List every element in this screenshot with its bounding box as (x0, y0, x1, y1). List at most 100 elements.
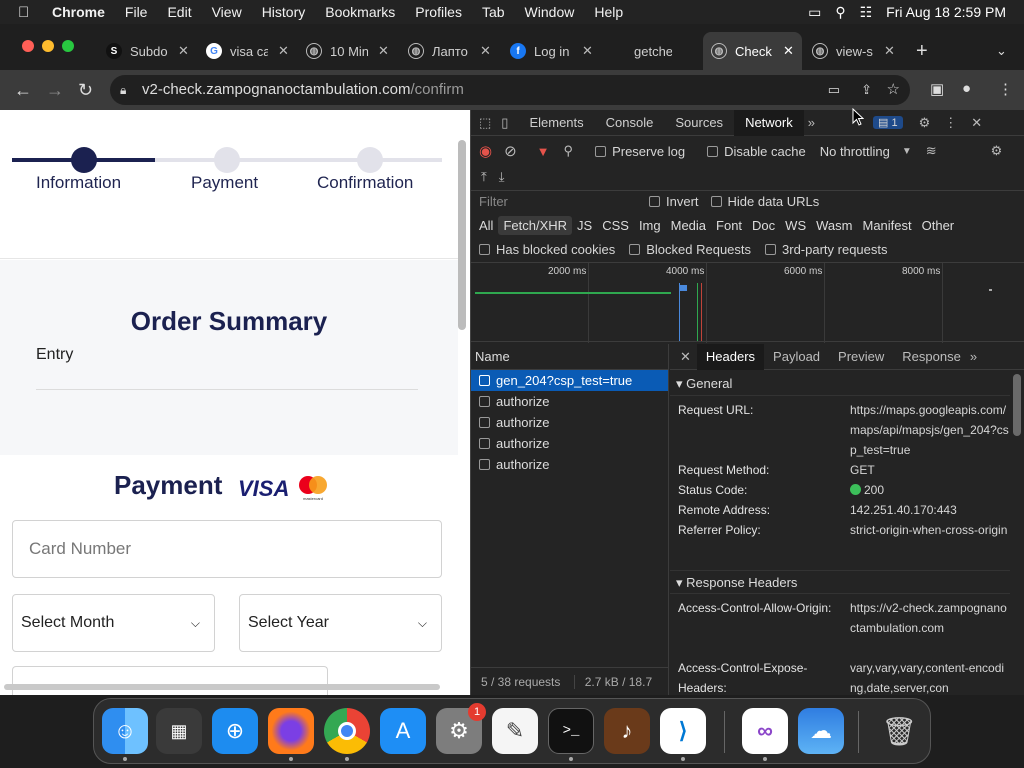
blocked-cookies-checkbox[interactable] (479, 243, 490, 255)
launchpad-icon[interactable]: ▦ (156, 708, 202, 754)
screen-mirroring-icon[interactable]: ▭ (808, 4, 821, 21)
close-detail-icon[interactable]: ✕ (680, 349, 691, 365)
menu-history[interactable]: History (262, 4, 306, 20)
blocked-requests-checkbox[interactable] (629, 243, 641, 255)
filter-font[interactable]: Font (711, 216, 747, 235)
card-number-input[interactable]: Card Number (12, 520, 442, 578)
menu-edit[interactable]: Edit (167, 4, 191, 20)
filter-img[interactable]: Img (634, 216, 666, 235)
new-tab-button[interactable]: + (916, 36, 928, 66)
month-select[interactable]: Select Month ⌵ (12, 594, 215, 652)
filter-other[interactable]: Other (917, 216, 960, 235)
control-center-icon[interactable]: ☷ (860, 4, 873, 21)
throttling-select[interactable]: No throttling (820, 144, 890, 159)
tab-check-active[interactable]: ◍ Check ✕ (703, 32, 802, 70)
throttling-chevron-icon[interactable]: ▼ (902, 146, 912, 157)
network-settings-gear-icon[interactable]: ⚙ (991, 143, 1003, 159)
network-conditions-icon[interactable]: ≋ (926, 143, 937, 159)
tab-10min[interactable]: ◍ 10 Min ✕ (306, 36, 389, 66)
terminal-icon[interactable]: >_ (548, 708, 594, 754)
apple-icon[interactable]:  (18, 4, 36, 21)
url-bar[interactable]: 🔒︎ v2-check.zampognanoctambulation.com/c… (110, 75, 910, 105)
header-value[interactable]: https://v2-check.zampognanoctambulation.… (850, 598, 1010, 638)
zoom-window-button[interactable] (62, 40, 74, 52)
response-headers-section-header[interactable]: ▾ Response Headers (670, 570, 1010, 594)
page-vertical-scrollbar[interactable] (458, 140, 466, 330)
close-window-button[interactable] (22, 40, 34, 52)
tab-response[interactable]: Response (893, 344, 970, 370)
menu-window[interactable]: Window (525, 4, 575, 20)
year-select[interactable]: Select Year ⌵ (239, 594, 442, 652)
status-value[interactable]: 200 (850, 480, 1010, 500)
filter-css[interactable]: CSS (597, 216, 634, 235)
name-column-header[interactable]: Name (471, 344, 668, 370)
forward-icon[interactable]: → (46, 80, 64, 101)
menu-tab[interactable]: Tab (482, 4, 505, 20)
request-row[interactable]: authorize (471, 433, 668, 454)
page-horizontal-scrollbar[interactable] (4, 684, 440, 690)
more-tabs-icon[interactable]: » (808, 115, 815, 130)
close-tab-icon[interactable]: ✕ (582, 43, 593, 59)
minimize-window-button[interactable] (42, 40, 54, 52)
tab-preview[interactable]: Preview (829, 344, 893, 370)
close-tab-icon[interactable]: ✕ (178, 43, 189, 59)
menu-view[interactable]: View (212, 4, 242, 20)
close-tab-icon[interactable]: ✕ (378, 43, 389, 59)
tab-view-source[interactable]: ◍ view-s ✕ (812, 36, 895, 66)
preserve-log-checkbox[interactable] (595, 145, 607, 157)
menu-profiles[interactable]: Profiles (415, 4, 462, 20)
network-timeline-overview[interactable]: 2000 ms 4000 ms 6000 ms 8000 ms (471, 262, 1024, 343)
trash-icon[interactable]: 🗑︎ (876, 708, 922, 754)
safari-icon[interactable]: ⊕ (212, 708, 258, 754)
tab-getche[interactable]: getche (634, 36, 672, 66)
card-icon[interactable]: ▭ (828, 75, 840, 105)
side-panel-icon[interactable]: ▣ (930, 80, 944, 98)
filter-funnel-icon[interactable]: ▼ (537, 144, 550, 159)
menu-help[interactable]: Help (594, 4, 623, 20)
filter-input[interactable]: Filter (479, 194, 649, 209)
import-har-icon[interactable]: ⤒ (481, 169, 487, 185)
header-value[interactable]: https://maps.googleapis.com/maps/api/map… (850, 400, 1010, 460)
tab-headers[interactable]: Headers (696, 343, 765, 370)
weather-icon[interactable]: ☁ (798, 708, 844, 754)
hide-data-urls-checkbox[interactable] (710, 196, 722, 207)
menu-file[interactable]: File (125, 4, 148, 20)
textedit-icon[interactable]: ✎ (492, 708, 538, 754)
close-tab-icon[interactable]: ✕ (278, 43, 289, 59)
vscode-icon[interactable]: ⟩ (660, 708, 706, 754)
menu-bookmarks[interactable]: Bookmarks (325, 4, 395, 20)
header-value[interactable]: GET (850, 460, 1010, 480)
request-row[interactable]: authorize (471, 391, 668, 412)
third-party-checkbox[interactable] (765, 243, 777, 255)
disable-cache-checkbox[interactable] (707, 145, 719, 157)
clear-icon[interactable]: ⊘ (504, 142, 517, 160)
bookmark-star-icon[interactable]: ☆ (887, 75, 900, 105)
header-value[interactable]: 142.251.40.170:443 (850, 500, 1010, 520)
share-icon[interactable]: ⇪ (861, 75, 872, 105)
firefox-icon[interactable] (268, 708, 314, 754)
close-tab-icon[interactable]: ✕ (884, 43, 895, 59)
device-toolbar-icon[interactable]: ▯ (501, 115, 508, 131)
header-value[interactable]: strict-origin-when-cross-origin (850, 520, 1010, 540)
more-menu-icon[interactable]: ⋮ (998, 80, 1013, 98)
record-icon[interactable]: ◉ (479, 142, 492, 160)
filter-media[interactable]: Media (666, 216, 711, 235)
filter-js[interactable]: JS (572, 216, 597, 235)
filter-fetch-xhr[interactable]: Fetch/XHR (498, 215, 573, 235)
close-tab-icon[interactable]: ✕ (783, 43, 794, 59)
finder-icon[interactable]: ☺ (102, 708, 148, 754)
chrome-icon[interactable] (324, 708, 370, 754)
inspect-element-icon[interactable]: ⬚ (479, 115, 491, 131)
menu-app-name[interactable]: Chrome (52, 4, 105, 20)
garageband-icon[interactable]: ♪ (604, 708, 650, 754)
spotlight-search-icon[interactable]: ⚲ (835, 4, 845, 21)
tab-console[interactable]: Console (595, 110, 665, 136)
search-icon[interactable]: ⚲ (564, 143, 574, 159)
filter-doc[interactable]: Doc (747, 216, 780, 235)
filter-wasm[interactable]: Wasm (811, 216, 857, 235)
close-tab-icon[interactable]: ✕ (480, 43, 491, 59)
tab-facebook-login[interactable]: f Log in ✕ (510, 36, 593, 66)
devtools-more-icon[interactable]: ⋮ (944, 115, 957, 131)
invert-checkbox[interactable] (649, 196, 660, 207)
settings-gear-icon[interactable]: ⚙ (919, 115, 931, 131)
